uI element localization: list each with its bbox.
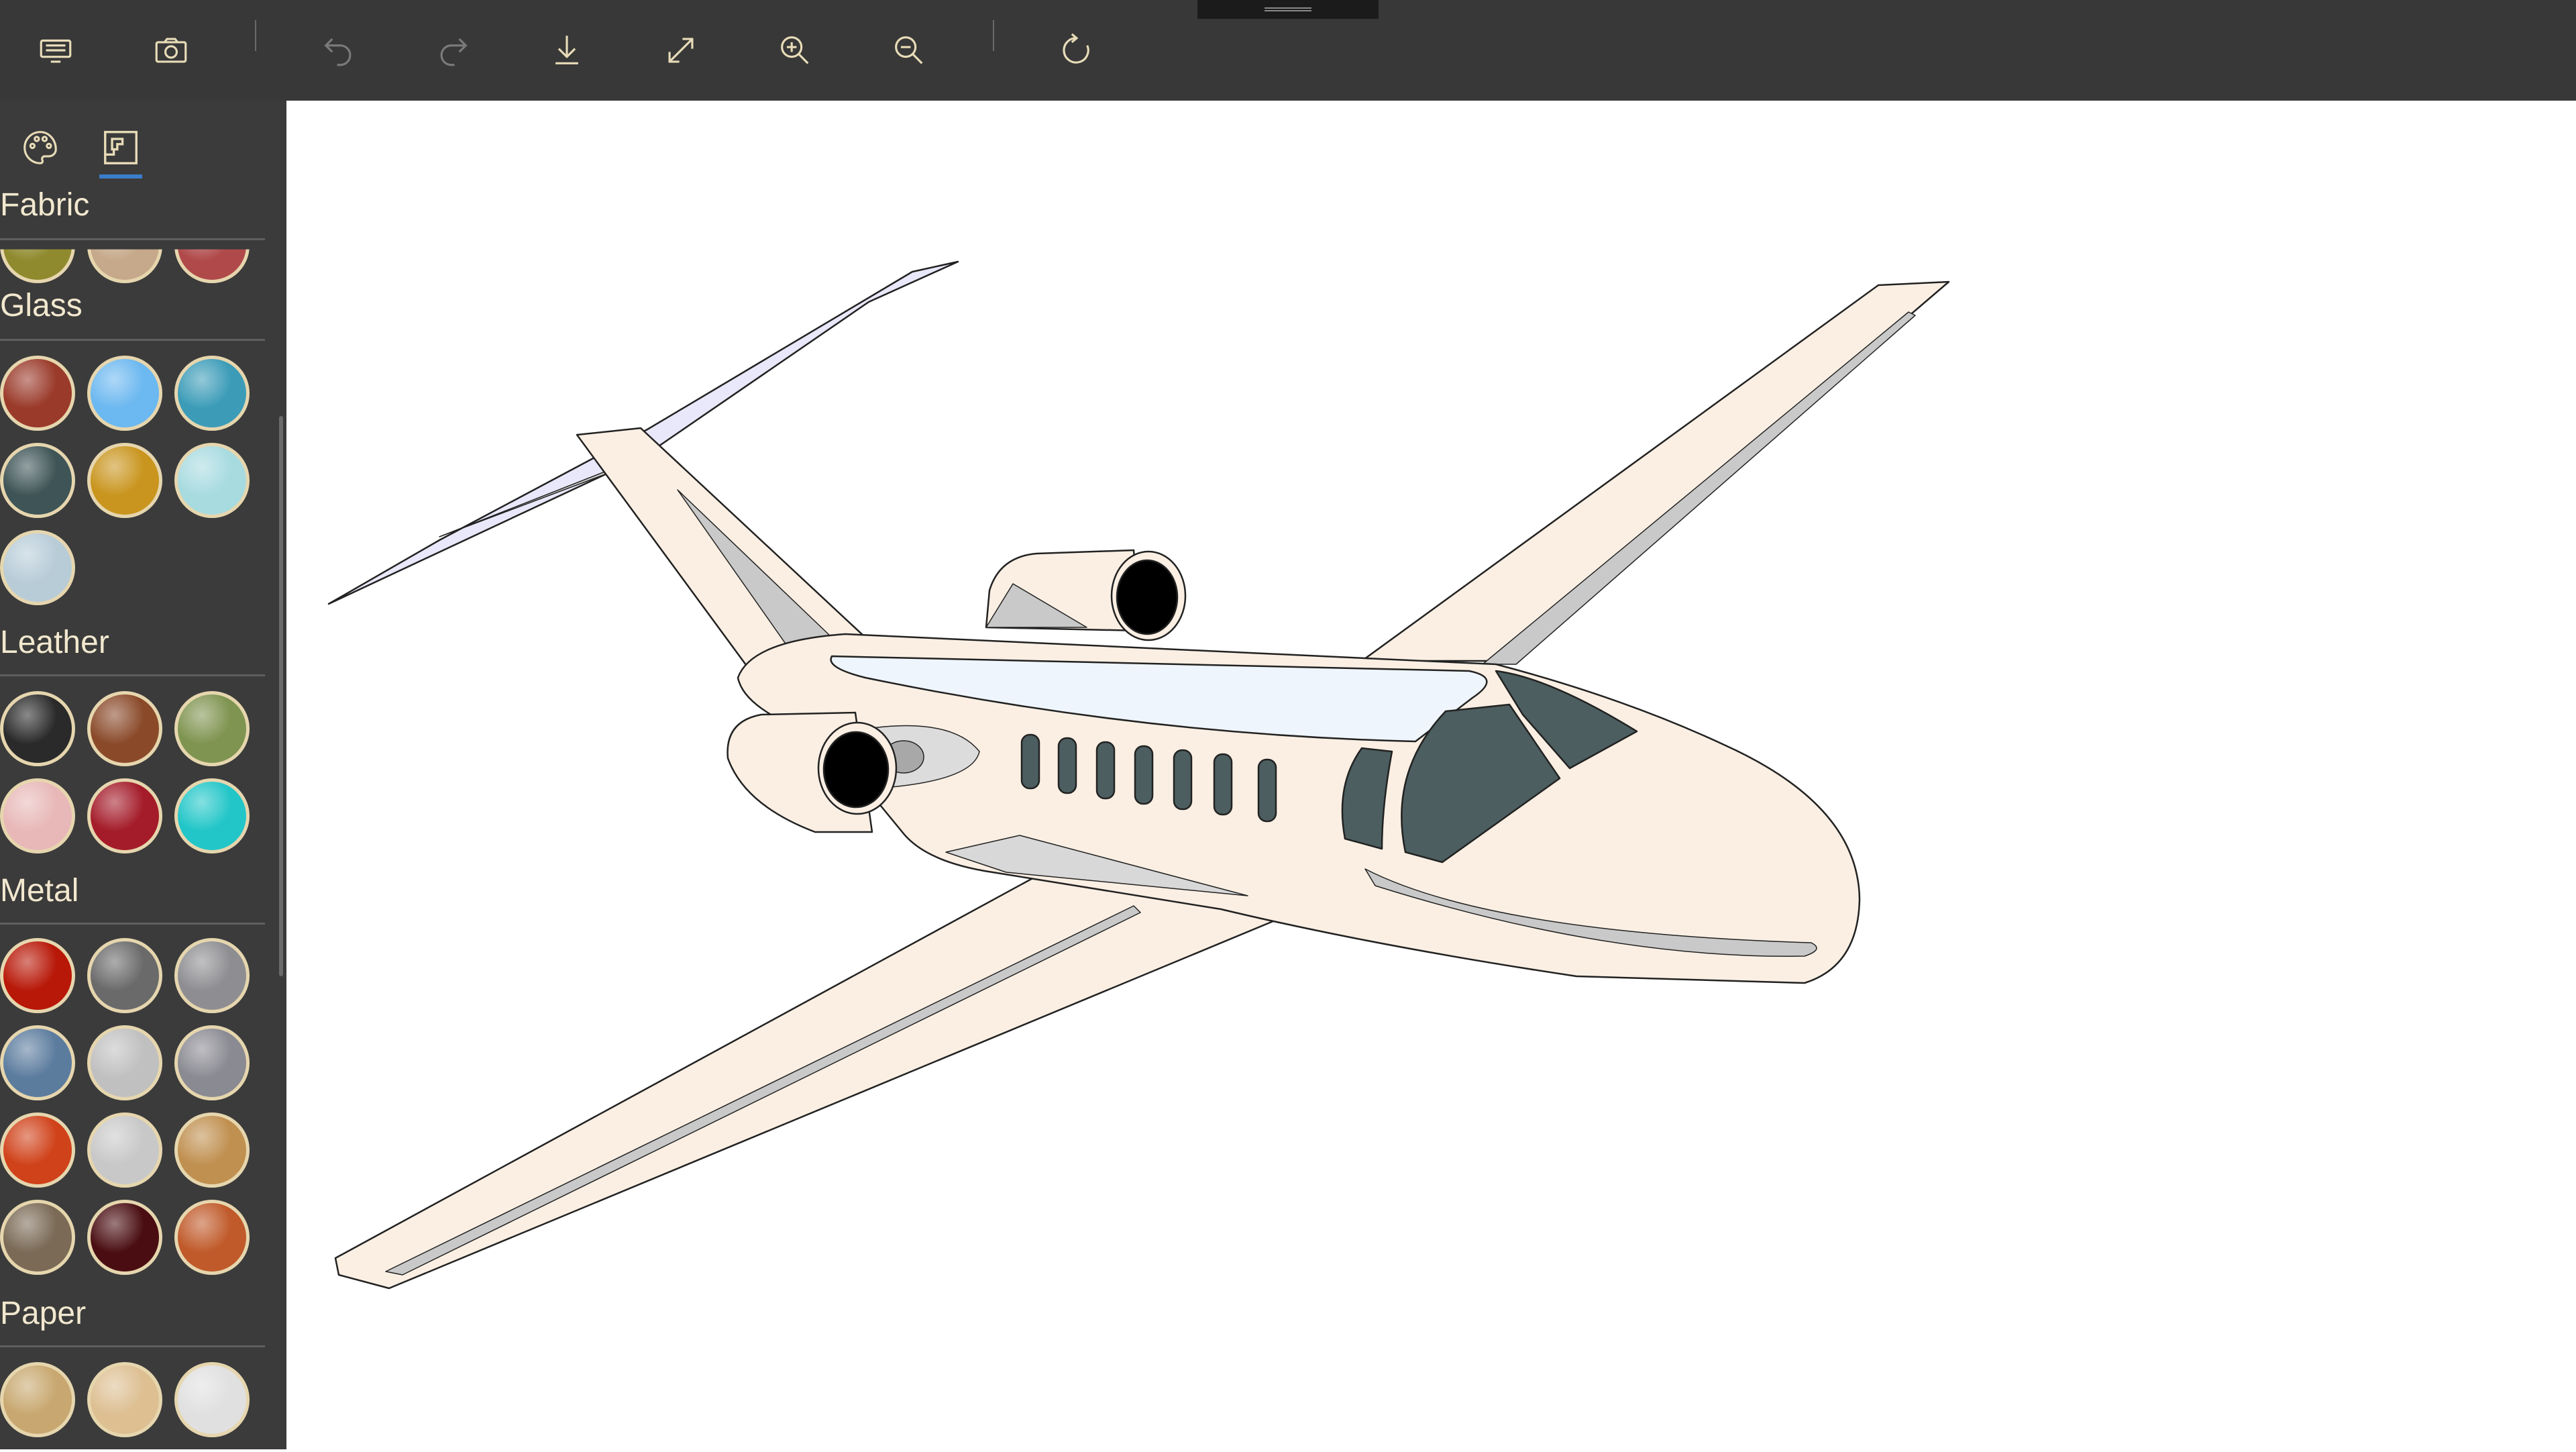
jet-coloring-page [327, 260, 1950, 1290]
fullscreen-icon [668, 38, 694, 63]
texture-swatch-glass[interactable] [87, 356, 162, 431]
texture-swatch-metal[interactable] [87, 938, 162, 1013]
texture-swatch-glass[interactable] [87, 443, 162, 518]
cabin-window[interactable] [1213, 753, 1233, 816]
category-divider [0, 674, 265, 676]
texture-swatch-glass[interactable] [0, 530, 75, 605]
texture-icon [104, 131, 138, 164]
refresh-icon [1063, 33, 1089, 64]
cabin-window[interactable] [1257, 758, 1277, 823]
texture-swatch-metal[interactable] [0, 1200, 75, 1275]
texture-swatch-metal[interactable] [87, 1112, 162, 1188]
texture-swatch-paper[interactable] [174, 1362, 250, 1437]
cabin-window[interactable] [1057, 737, 1077, 794]
cabin-window[interactable] [1134, 745, 1154, 805]
tab-textures[interactable] [87, 114, 154, 181]
refresh-button[interactable] [1043, 17, 1110, 84]
zoom-out-button[interactable] [875, 17, 943, 84]
texture-swatch-paper[interactable] [87, 1362, 162, 1437]
handle-grip-icon [1265, 7, 1311, 11]
texture-swatch-glass[interactable] [174, 443, 250, 518]
texture-swatch-leather[interactable] [174, 691, 250, 766]
keyboard-button[interactable] [22, 17, 89, 84]
texture-swatch-metal[interactable] [174, 938, 250, 1013]
category-label-fabric: Fabric [0, 187, 90, 223]
texture-swatch-metal[interactable] [0, 938, 75, 1013]
category-label-glass: Glass [0, 288, 83, 323]
texture-swatch-fabric[interactable] [87, 249, 162, 283]
texture-swatch-glass[interactable] [0, 443, 75, 518]
active-tab-indicator [99, 174, 142, 178]
texture-swatch-leather[interactable] [87, 691, 162, 766]
texture-swatch-glass[interactable] [0, 356, 75, 431]
toolbar-separator [993, 20, 994, 51]
tab-palette[interactable] [7, 114, 74, 181]
fullscreen-button[interactable] [647, 17, 714, 84]
cabin-window[interactable] [1020, 733, 1040, 790]
keyboard-icon [40, 39, 72, 63]
category-divider [0, 923, 265, 925]
texture-swatch-leather[interactable] [174, 778, 250, 853]
engine-upper-intake[interactable] [1116, 559, 1179, 635]
texture-swatch-metal[interactable] [174, 1112, 250, 1188]
camera-button[interactable] [138, 17, 205, 84]
texture-swatch-fabric[interactable] [174, 249, 250, 283]
toolbar-separator [255, 20, 256, 51]
download-icon [555, 36, 578, 64]
category-label-paper: Paper [0, 1296, 87, 1331]
zoom-in-button[interactable] [761, 17, 828, 84]
texture-swatch-metal[interactable] [87, 1025, 162, 1100]
right-wing-flap[interactable] [1482, 311, 1916, 665]
zoom-in-icon [781, 36, 809, 64]
drag-handle[interactable] [1197, 0, 1379, 19]
texture-swatch-metal[interactable] [0, 1025, 75, 1100]
download-button[interactable] [533, 17, 600, 84]
category-divider [0, 238, 265, 240]
zoom-out-icon [895, 36, 923, 64]
toolbar [0, 0, 2576, 101]
texture-swatch-paper[interactable] [0, 1362, 75, 1437]
undo-icon [324, 38, 352, 66]
undo-button[interactable] [305, 17, 372, 84]
camera-icon [155, 38, 187, 63]
texture-swatch-metal[interactable] [0, 1112, 75, 1188]
texture-swatch-metal[interactable] [87, 1200, 162, 1275]
cabin-window[interactable] [1173, 749, 1193, 811]
right-wing[interactable] [1360, 280, 1950, 662]
texture-sidebar: Fabric Glass Leather Metal Paper [0, 101, 286, 1449]
engine-lower-intake[interactable] [822, 731, 890, 809]
palette-icon [23, 131, 57, 164]
category-divider [0, 339, 265, 341]
texture-swatch-metal[interactable] [174, 1200, 250, 1275]
texture-swatch-leather[interactable] [87, 778, 162, 853]
left-wing-flap[interactable] [385, 905, 1141, 1276]
category-divider [0, 1345, 265, 1347]
texture-swatch-metal[interactable] [174, 1025, 250, 1100]
drawing-canvas[interactable] [286, 101, 2576, 1449]
texture-swatch-leather[interactable] [0, 778, 75, 853]
redo-button[interactable] [419, 17, 486, 84]
sidebar-scrollbar[interactable] [279, 416, 283, 976]
texture-swatch-glass[interactable] [174, 356, 250, 431]
cabin-window[interactable] [1095, 741, 1116, 800]
category-label-leather: Leather [0, 625, 109, 660]
redo-icon [440, 38, 468, 66]
texture-swatch-leather[interactable] [0, 691, 75, 766]
category-label-metal: Metal [0, 873, 79, 909]
